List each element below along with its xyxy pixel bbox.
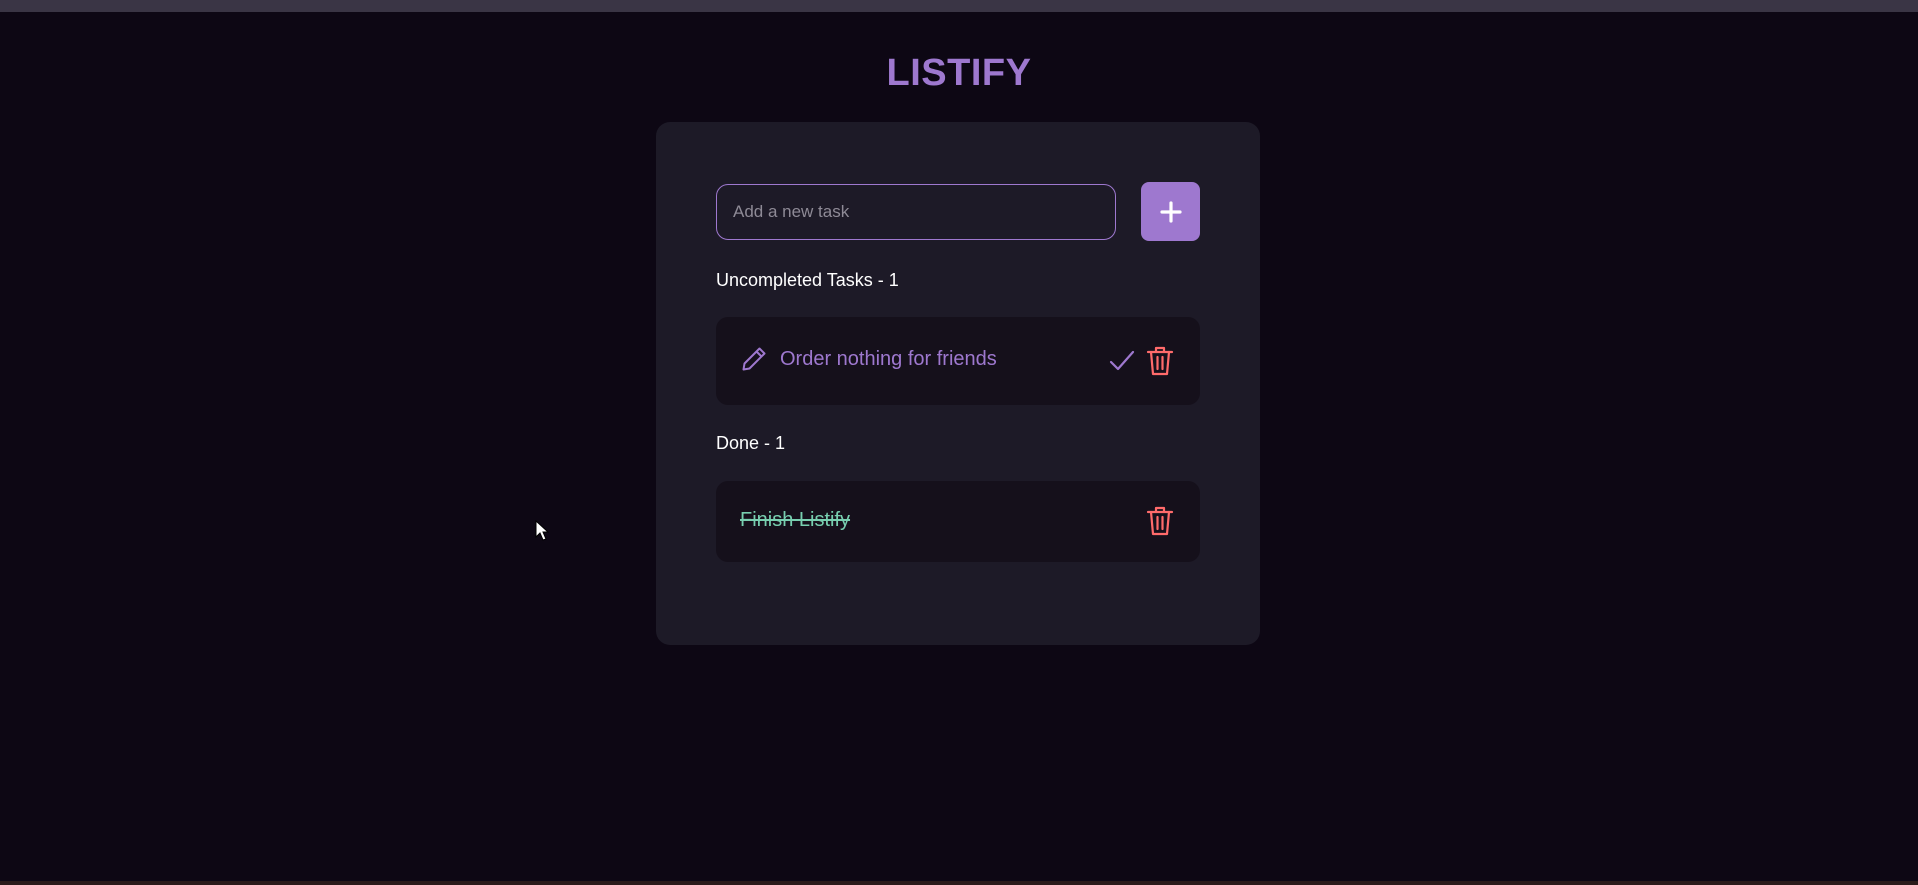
done-task-item: Finish Listify (716, 481, 1200, 562)
task-card: Uncompleted Tasks - 1 Order nothing for … (656, 122, 1260, 645)
mouse-cursor-icon (535, 520, 549, 541)
done-heading: Done - 1 (716, 433, 786, 453)
pencil-icon[interactable] (740, 345, 768, 373)
uncompleted-task-item: Order nothing for friends (716, 317, 1200, 405)
app-title: LISTIFY (886, 52, 1032, 94)
browser-top-bar (0, 0, 1918, 12)
new-task-input[interactable] (716, 184, 1116, 240)
done-task-text: Finish Listify (740, 509, 851, 531)
add-task-button[interactable] (1141, 182, 1200, 241)
bottom-edge (0, 881, 1918, 885)
trash-icon[interactable] (1146, 505, 1174, 537)
uncompleted-task-text: Order nothing for friends (780, 348, 997, 370)
uncompleted-heading: Uncompleted Tasks - 1 (716, 270, 899, 290)
checkmark-icon[interactable] (1108, 347, 1136, 375)
plus-icon (1159, 200, 1182, 223)
trash-icon[interactable] (1146, 345, 1174, 377)
